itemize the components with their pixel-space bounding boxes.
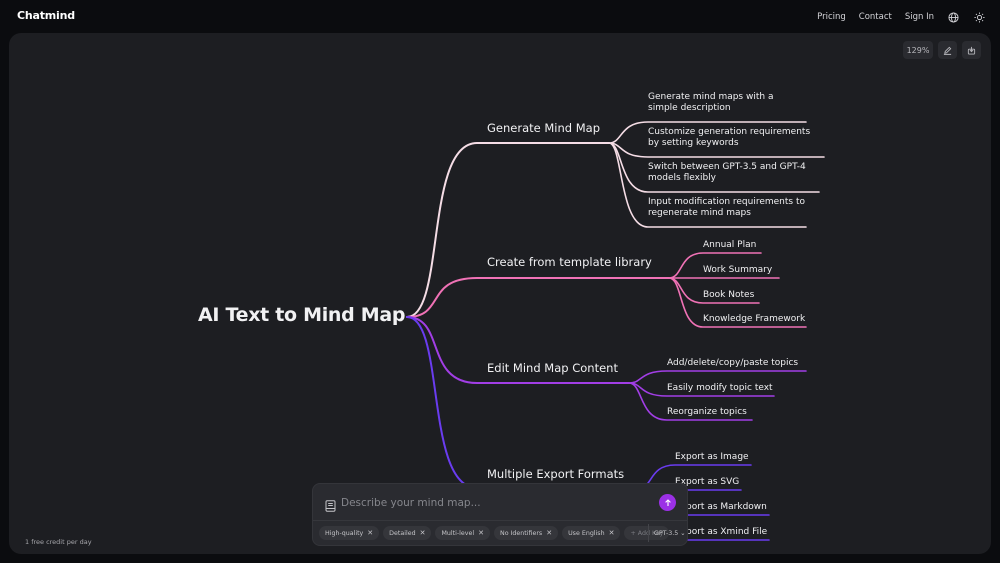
topic-node[interactable]: Export as Markdown: [675, 502, 767, 513]
credit-info: 1 free credit per day: [25, 538, 92, 546]
branch-node[interactable]: Multiple Export Formats: [487, 467, 624, 481]
branch-node[interactable]: Generate Mind Map: [487, 121, 600, 135]
topic-node[interactable]: Input modification requirements to regen…: [648, 197, 806, 218]
nav-contact[interactable]: Contact: [859, 12, 892, 22]
nav-sign-in[interactable]: Sign In: [905, 12, 934, 22]
download-icon: [967, 46, 976, 55]
prompt-composer: High-quality✕ Detailed✕ Multi-level✕ No …: [312, 483, 688, 546]
topic-node[interactable]: Customize generation requirements by set…: [648, 127, 824, 148]
canvas-toolbar: 129%: [903, 41, 981, 59]
remove-tag-icon[interactable]: ✕: [420, 529, 426, 537]
mindmap-canvas[interactable]: AI Text to Mind Map Generate Mind Map Gene…: [9, 33, 991, 554]
edit-button[interactable]: [938, 41, 957, 59]
nav-pricing[interactable]: Pricing: [817, 12, 846, 22]
chevron-down-icon: ⌄: [680, 529, 686, 537]
remove-tag-icon[interactable]: ✕: [609, 529, 615, 537]
keyword-tag[interactable]: Detailed ✕: [383, 526, 432, 540]
child-connector: [628, 370, 807, 384]
sun-icon[interactable]: [972, 10, 986, 24]
branch-node[interactable]: Create from template library: [487, 255, 652, 269]
edit-icon: [943, 46, 952, 55]
keyword-tag[interactable]: No Identifiers ✕: [493, 526, 559, 540]
keyword-tag[interactable]: High-quality ✕: [319, 526, 380, 540]
mindmap-description-input[interactable]: [341, 494, 651, 512]
topic-node[interactable]: Export as Image: [675, 452, 749, 463]
keyword-tag[interactable]: Multi-level ✕: [435, 526, 490, 540]
model-selector[interactable]: GPT-3.5 ⌄: [654, 526, 686, 540]
topic-node[interactable]: Easily modify topic text: [667, 383, 773, 394]
keyword-tags: High-quality ✕ Detailed ✕ Multi-level ✕ No …: [319, 526, 670, 540]
remove-tag-icon[interactable]: ✕: [367, 529, 373, 537]
book-icon[interactable]: [325, 497, 336, 512]
topic-node[interactable]: Work Summary: [703, 265, 772, 276]
zoom-level[interactable]: 129%: [903, 41, 933, 59]
topic-node[interactable]: Add/delete/copy/paste topics: [667, 358, 798, 369]
branch-connector: [406, 142, 610, 318]
nav-links: Pricing Contact Sign In: [804, 10, 986, 24]
arrow-up-icon: [664, 498, 671, 506]
topic-node[interactable]: Reorganize topics: [667, 407, 747, 418]
topic-node[interactable]: Generate mind maps with a simple descrip…: [648, 92, 806, 113]
top-navigation-bar: Chatmind Pricing Contact Sign In: [0, 0, 1000, 33]
globe-icon[interactable]: [946, 10, 960, 24]
branch-node[interactable]: Edit Mind Map Content: [487, 361, 618, 375]
topic-node[interactable]: Export as Xmind File: [675, 527, 767, 538]
logo[interactable]: Chatmind: [17, 9, 75, 22]
branch-connector: [406, 277, 670, 318]
remove-tag-icon[interactable]: ✕: [478, 529, 484, 537]
root-node[interactable]: AI Text to Mind Map: [198, 304, 406, 326]
send-button[interactable]: [659, 494, 676, 511]
topic-node[interactable]: Switch between GPT-3.5 and GPT-4 models …: [648, 162, 819, 183]
topic-node[interactable]: Knowledge Framework: [703, 314, 805, 325]
branch-connector: [406, 316, 640, 489]
remove-tag-icon[interactable]: ✕: [546, 529, 552, 537]
topic-node[interactable]: Annual Plan: [703, 240, 756, 251]
keyword-tag[interactable]: Use English ✕: [562, 526, 621, 540]
divider: [648, 524, 649, 542]
download-button[interactable]: [962, 41, 981, 59]
topic-node[interactable]: Book Notes: [703, 290, 754, 301]
